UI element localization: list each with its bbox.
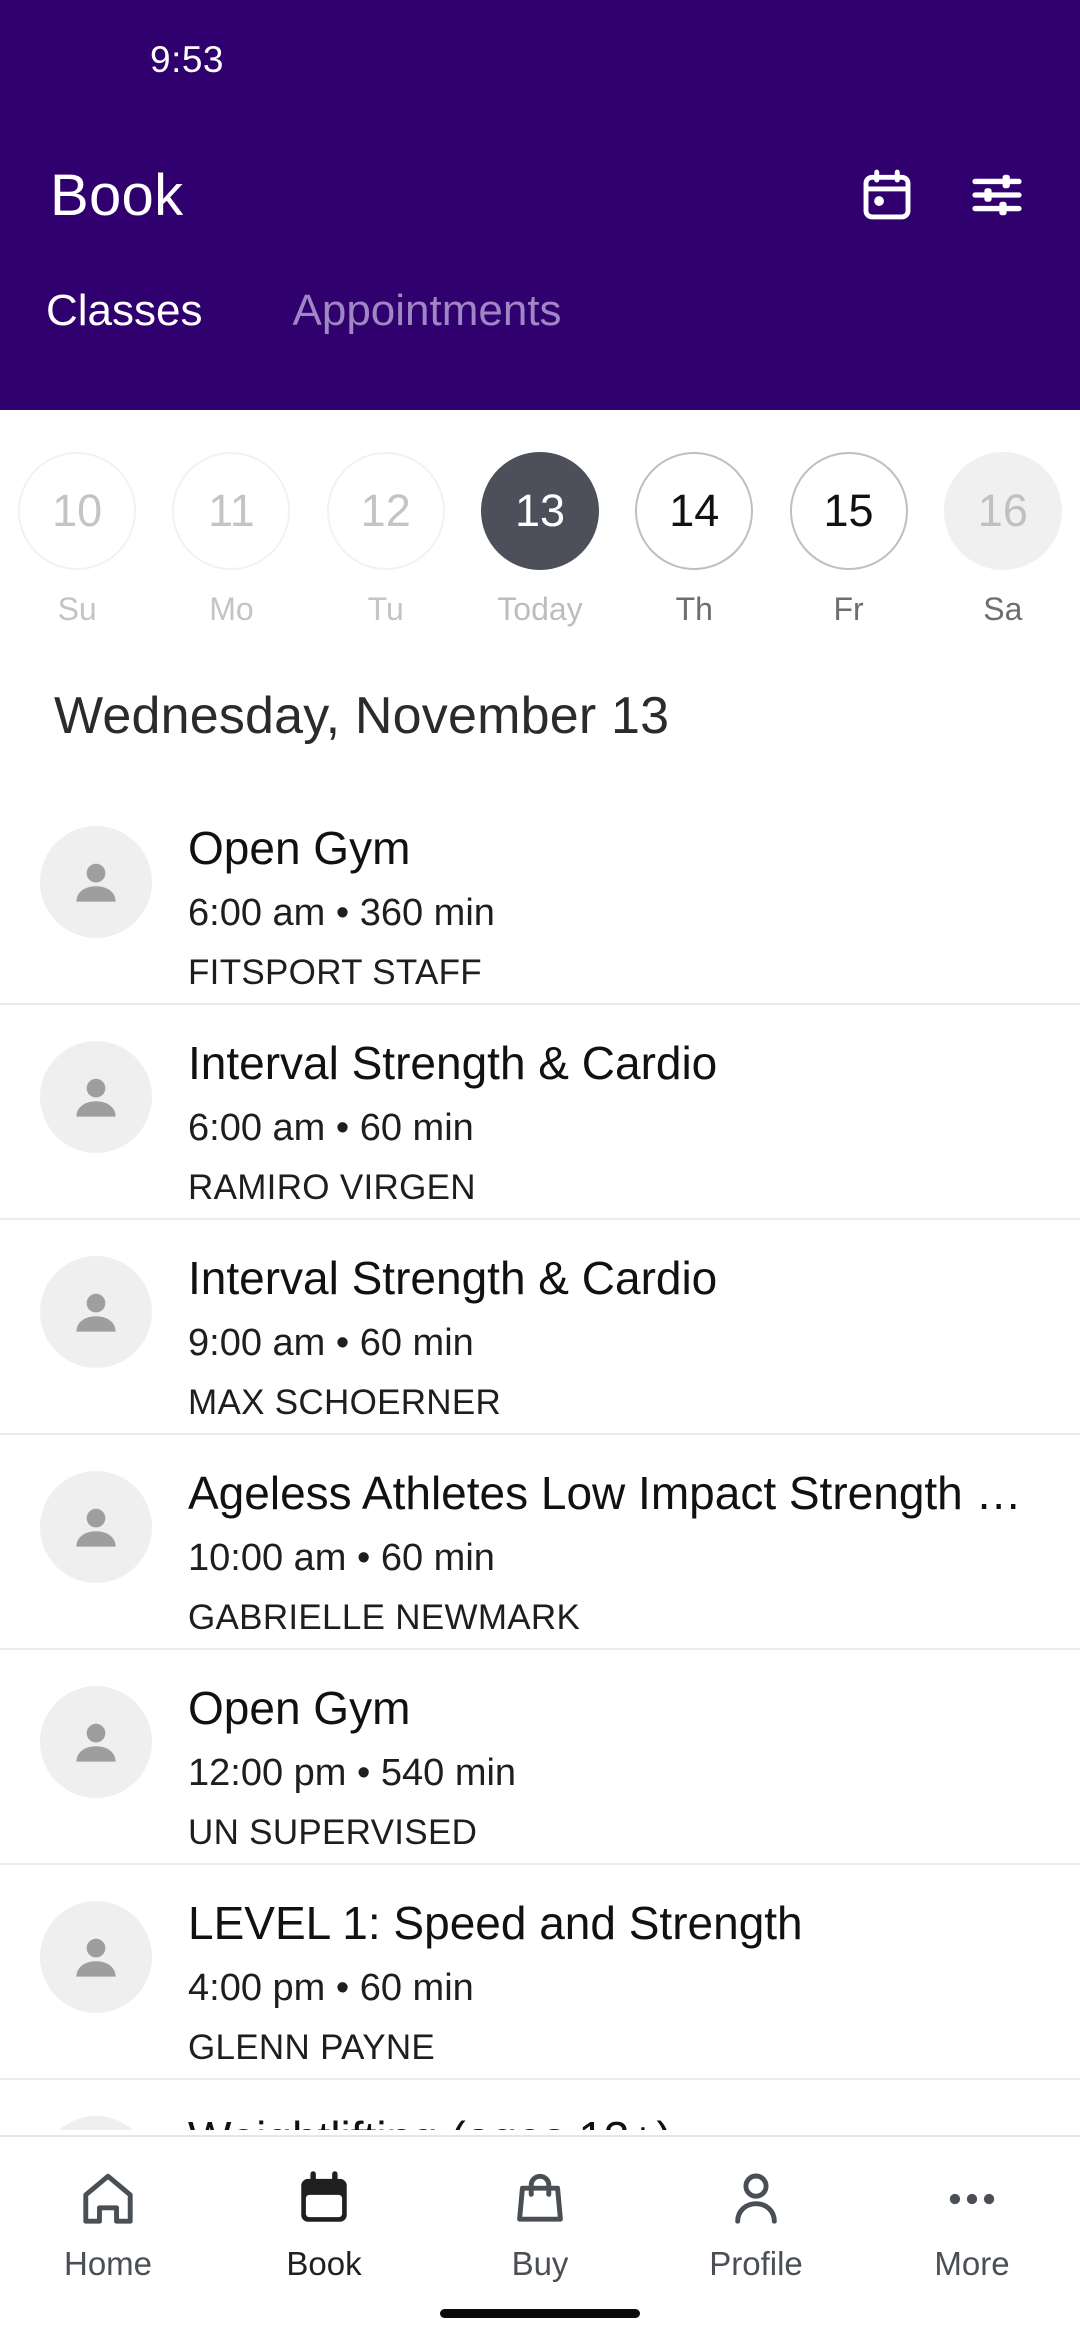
day-picker-item-16[interactable]: 16 Sa xyxy=(926,452,1080,628)
day-picker-item-14[interactable]: 14 Th xyxy=(617,452,771,628)
calendar-icon[interactable] xyxy=(856,164,918,226)
class-staff: MAX SCHOERNER xyxy=(188,1382,502,1422)
day-number: 12 xyxy=(326,452,445,570)
bottom-navigation: Home Book Buy Profile More xyxy=(0,2135,1080,2340)
day-picker-item-10[interactable]: 10 Su xyxy=(0,452,154,628)
home-indicator[interactable] xyxy=(440,2309,640,2318)
class-name: LEVEL 1: Speed and Strength xyxy=(188,1899,803,1949)
class-list-item[interactable]: LEVEL 1: Speed and Strength 4:00 pm • 60… xyxy=(0,1865,1080,2080)
class-name: Open Gym xyxy=(188,824,411,874)
day-number: 16 xyxy=(943,452,1062,570)
tab-classes[interactable]: Classes xyxy=(32,278,217,344)
nav-label: More xyxy=(934,2245,1010,2282)
class-list-item[interactable]: Interval Strength & Cardio 9:00 am • 60 … xyxy=(0,1220,1080,1435)
class-list-item[interactable]: Interval Strength & Cardio 6:00 am • 60 … xyxy=(0,1005,1080,1220)
avatar xyxy=(40,1471,152,1583)
day-number: 11 xyxy=(172,452,291,570)
class-staff: GLENN PAYNE xyxy=(188,2027,436,2067)
nav-label: Buy xyxy=(511,2245,569,2282)
home-icon xyxy=(77,2163,139,2235)
class-time: 10:00 am • 60 min xyxy=(188,1536,495,1579)
avatar xyxy=(40,826,152,938)
class-list-item[interactable]: Ageless Athletes Low Impact Strength &… … xyxy=(0,1435,1080,1650)
header-tabs: Classes Appointments xyxy=(0,278,1080,344)
class-name: Interval Strength & Cardio xyxy=(188,1039,718,1089)
bag-icon xyxy=(509,2163,571,2235)
status-bar: 9:53 xyxy=(0,0,1080,120)
app-bar-actions xyxy=(856,164,1028,226)
class-staff: UN SUPERVISED xyxy=(188,1812,478,1852)
week-date-picker[interactable]: 10 Su 11 Mo 12 Tu 13 Today 14 Th 15 Fr 1… xyxy=(0,410,1080,660)
class-list[interactable]: Open Gym 6:00 am • 360 min FITSPORT STAF… xyxy=(0,790,1080,2130)
class-staff: RAMIRO VIRGEN xyxy=(188,1167,476,1207)
nav-item-buy[interactable]: Buy xyxy=(432,2163,648,2283)
selected-date-heading: Wednesday, November 13 xyxy=(54,687,670,745)
day-weekday: Th xyxy=(675,591,713,627)
avatar xyxy=(40,1041,152,1153)
class-details: Interval Strength & Cardio 9:00 am • 60 … xyxy=(188,1250,1040,1423)
person-icon xyxy=(725,2163,787,2235)
app-bar: Book xyxy=(0,120,1080,270)
app-screen: 9:53 Book Classes Appointments 10 Su 11 … xyxy=(0,0,1080,2340)
class-list-item-partial[interactable]: Weightlifting (ages 13+) xyxy=(0,2080,1080,2130)
day-number: 15 xyxy=(789,452,908,570)
class-details: Interval Strength & Cardio 6:00 am • 60 … xyxy=(188,1035,1040,1208)
page-title: Book xyxy=(50,162,184,228)
app-header: 9:53 Book Classes Appointments xyxy=(0,0,1080,410)
day-weekday: Mo xyxy=(209,591,254,627)
day-picker-item-15[interactable]: 15 Fr xyxy=(771,452,925,628)
avatar xyxy=(40,1256,152,1368)
nav-label: Home xyxy=(63,2245,153,2282)
calendar-icon xyxy=(293,2163,355,2235)
day-number: 14 xyxy=(635,452,754,570)
nav-label: Book xyxy=(286,2245,362,2282)
class-list-item[interactable]: Open Gym 12:00 pm • 540 min UN SUPERVISE… xyxy=(0,1650,1080,1865)
more-icon xyxy=(941,2163,1003,2235)
day-weekday: Su xyxy=(57,591,97,627)
day-number: 10 xyxy=(18,452,137,570)
day-weekday: Today xyxy=(497,591,583,627)
class-time: 12:00 pm • 540 min xyxy=(188,1751,517,1794)
day-picker-item-11[interactable]: 11 Mo xyxy=(154,452,308,628)
class-name: Open Gym xyxy=(188,1684,411,1734)
nav-label: Profile xyxy=(709,2245,803,2282)
day-weekday: Sa xyxy=(983,591,1023,627)
avatar xyxy=(40,1901,152,2013)
class-list-item[interactable]: Open Gym 6:00 am • 360 min FITSPORT STAF… xyxy=(0,790,1080,1005)
class-time: 9:00 am • 60 min xyxy=(188,1321,474,1364)
day-weekday: Fr xyxy=(833,591,864,627)
class-details: Weightlifting (ages 13+) xyxy=(188,2110,1040,2130)
day-weekday: Tu xyxy=(367,591,404,627)
avatar xyxy=(40,2116,152,2130)
tab-appointments[interactable]: Appointments xyxy=(279,278,576,344)
nav-item-book[interactable]: Book xyxy=(216,2163,432,2283)
class-time: 4:00 pm • 60 min xyxy=(188,1966,474,2009)
class-details: LEVEL 1: Speed and Strength 4:00 pm • 60… xyxy=(188,1895,1040,2068)
class-name: Ageless Athletes Low Impact Strength &… xyxy=(188,1469,1040,1519)
day-number: 13 xyxy=(480,452,599,570)
day-picker-item-13-selected[interactable]: 13 Today xyxy=(463,452,617,628)
status-bar-clock: 9:53 xyxy=(150,39,225,80)
class-name: Weightlifting (ages 13+) xyxy=(188,2114,1040,2130)
nav-item-more[interactable]: More xyxy=(864,2163,1080,2283)
nav-item-home[interactable]: Home xyxy=(0,2163,216,2283)
avatar xyxy=(40,1686,152,1798)
day-picker-item-12[interactable]: 12 Tu xyxy=(309,452,463,628)
filter-icon[interactable] xyxy=(966,164,1028,226)
class-staff: FITSPORT STAFF xyxy=(188,952,482,992)
class-time: 6:00 am • 360 min xyxy=(188,891,495,934)
class-details: Open Gym 12:00 pm • 540 min UN SUPERVISE… xyxy=(188,1680,1040,1853)
class-details: Open Gym 6:00 am • 360 min FITSPORT STAF… xyxy=(188,820,1040,993)
nav-item-profile[interactable]: Profile xyxy=(648,2163,864,2283)
class-name: Interval Strength & Cardio xyxy=(188,1254,718,1304)
class-details: Ageless Athletes Low Impact Strength &… … xyxy=(188,1465,1040,1638)
class-time: 6:00 am • 60 min xyxy=(188,1106,474,1149)
class-staff: GABRIELLE NEWMARK xyxy=(188,1597,581,1637)
